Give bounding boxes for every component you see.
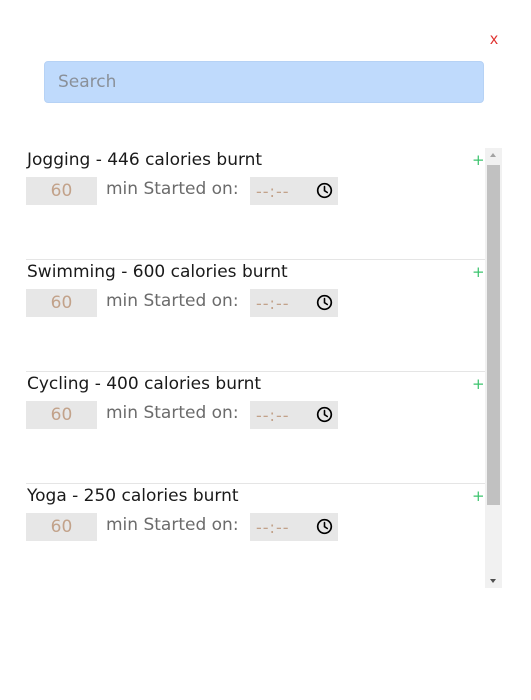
activity-item-yoga: Yoga - 250 calories burnt + min Started … <box>26 484 485 588</box>
start-time-input[interactable]: --:-- <box>250 177 338 205</box>
start-time-input[interactable]: --:-- <box>250 401 338 429</box>
add-activity-button[interactable]: + <box>472 264 485 280</box>
minutes-input[interactable] <box>26 401 97 429</box>
minutes-input[interactable] <box>26 289 97 317</box>
activity-title: Jogging - 446 calories burnt <box>27 150 263 170</box>
scroll-up-arrow-icon[interactable] <box>485 148 502 165</box>
start-time-value: --:-- <box>256 517 290 537</box>
minutes-started-label: min Started on: <box>106 291 239 311</box>
activity-item-jogging: Jogging - 446 calories burnt + min Start… <box>26 148 485 260</box>
start-time-value: --:-- <box>256 293 290 313</box>
add-activity-button[interactable]: + <box>472 152 485 168</box>
add-activity-button[interactable]: + <box>472 376 485 392</box>
minutes-input[interactable] <box>26 513 97 541</box>
minutes-started-label: min Started on: <box>106 179 239 199</box>
start-time-input[interactable]: --:-- <box>250 513 338 541</box>
search-input[interactable] <box>44 61 484 103</box>
list-scrollbar[interactable] <box>485 148 502 588</box>
clock-icon[interactable] <box>316 294 333 311</box>
start-time-input[interactable]: --:-- <box>250 289 338 317</box>
activity-list: Jogging - 446 calories burnt + min Start… <box>26 148 502 588</box>
close-button[interactable]: x <box>490 31 498 49</box>
minutes-started-label: min Started on: <box>106 515 239 535</box>
scroll-thumb[interactable] <box>487 165 500 505</box>
activity-title: Cycling - 400 calories burnt <box>27 374 262 394</box>
clock-icon[interactable] <box>316 182 333 199</box>
activity-item-swimming: Swimming - 600 calories burnt + min Star… <box>26 260 485 372</box>
minutes-input[interactable] <box>26 177 97 205</box>
scroll-down-arrow-icon[interactable] <box>485 571 502 588</box>
activity-title: Swimming - 600 calories burnt <box>27 262 288 282</box>
activity-title: Yoga - 250 calories burnt <box>27 486 239 506</box>
clock-icon[interactable] <box>316 406 333 423</box>
minutes-started-label: min Started on: <box>106 403 239 423</box>
add-activity-button[interactable]: + <box>472 488 485 504</box>
activity-item-cycling: Cycling - 400 calories burnt + min Start… <box>26 372 485 484</box>
start-time-value: --:-- <box>256 405 290 425</box>
clock-icon[interactable] <box>316 518 333 535</box>
start-time-value: --:-- <box>256 181 290 201</box>
